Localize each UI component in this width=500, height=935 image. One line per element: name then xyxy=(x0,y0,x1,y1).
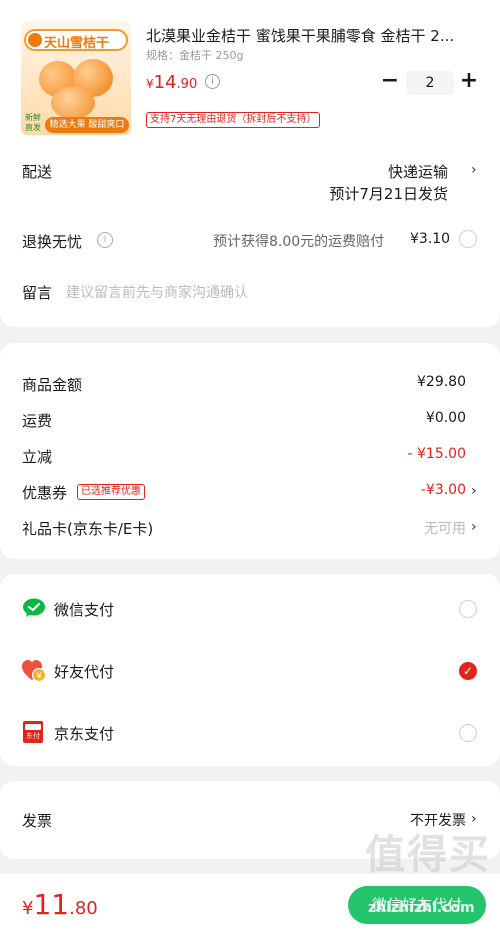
jd-pay-radio[interactable] xyxy=(459,724,477,742)
chevron-right-icon[interactable]: › xyxy=(471,483,477,499)
wechat-icon xyxy=(22,598,46,618)
payment-methods-card: 微信支付 ¥ 好友代付 ✓ 东付 京东支付 xyxy=(0,574,500,766)
wechat-pay-option[interactable]: 微信支付 xyxy=(0,591,500,627)
coupon-value[interactable]: -¥3.00 xyxy=(421,482,466,498)
coupon-tag: 已选推荐优惠 xyxy=(77,484,145,500)
price-summary-card: 商品金额 ¥29.80 运费 ¥0.00 立减 - ¥15.00 优惠券 已选推… xyxy=(0,343,500,559)
product-price: ¥14.90 xyxy=(146,72,198,93)
friend-pay-option[interactable]: ¥ 好友代付 ✓ xyxy=(0,653,500,689)
delivery-label: 配送 xyxy=(22,163,53,181)
chevron-right-icon[interactable]: › xyxy=(471,162,477,178)
info-icon[interactable]: i xyxy=(205,74,220,89)
checkout-footer: ¥11.80 微信好友代付 值得买 zhizhizhi.com xyxy=(0,832,500,935)
svg-text:¥: ¥ xyxy=(35,671,42,681)
watermark-url: zhizhizhi.com xyxy=(368,900,475,916)
image-bottom-banner: 精选大果 酸甜爽口 xyxy=(45,117,129,133)
jd-pay-icon: 东付 xyxy=(23,721,43,743)
message-label: 留言 xyxy=(22,284,53,302)
chevron-right-icon[interactable]: › xyxy=(471,519,477,535)
giftcard-label: 礼品卡(京东卡/E卡) xyxy=(22,520,154,538)
return-policy-tag: 支持7天无理由退货（拆封后不支持） xyxy=(146,112,321,128)
jd-pay-label: 京东支付 xyxy=(54,725,115,743)
goods-amount-value: ¥29.80 xyxy=(417,374,466,390)
heart-yuan-icon: ¥ xyxy=(21,659,47,683)
image-badge: 新鲜 直发 xyxy=(25,113,41,132)
shipping-label: 运费 xyxy=(22,412,53,430)
quantity-decrease-button[interactable]: − xyxy=(380,70,400,94)
return-worry-desc: 预计获得8.00元的运费赔付 xyxy=(213,234,385,250)
product-title[interactable]: 北漠果业金桔干 蜜饯果干果脯零食 金桔干 2... xyxy=(146,25,486,46)
goods-amount-label: 商品金额 xyxy=(22,376,83,394)
wechat-pay-label: 微信支付 xyxy=(54,601,115,619)
watermark-logo: 值得买 xyxy=(365,832,491,878)
message-input[interactable]: 建议留言前先与商家沟通确认 xyxy=(66,282,248,302)
shipping-value: ¥0.00 xyxy=(425,410,466,426)
product-card: 天山雪桔干 新鲜 直发 精选大果 酸甜爽口 北漠果业金桔干 蜜饯果干果脯零食 金… xyxy=(0,0,500,327)
jd-pay-option[interactable]: 东付 京东支付 xyxy=(0,714,500,750)
coupon-label: 优惠券 xyxy=(22,484,68,502)
return-worry-checkbox[interactable] xyxy=(459,230,477,248)
return-worry-label: 退换无忧 xyxy=(22,233,83,251)
discount-value: - ¥15.00 xyxy=(407,446,467,462)
friend-pay-radio-checked[interactable]: ✓ xyxy=(459,662,477,680)
total-price: ¥11.80 xyxy=(22,888,98,921)
image-brand-text: 天山雪桔干 xyxy=(44,36,110,51)
info-icon[interactable]: i xyxy=(97,232,113,248)
product-spec: 规格：金桔干 250g xyxy=(146,49,244,62)
friend-pay-label: 好友代付 xyxy=(54,663,115,681)
orange-fruit xyxy=(51,87,95,119)
quantity-increase-button[interactable]: + xyxy=(459,70,479,94)
image-brand-logo xyxy=(28,33,42,47)
quantity-input[interactable]: 2 xyxy=(406,71,454,95)
delivery-eta: 预计7月21日发货 xyxy=(329,185,448,203)
discount-label: 立减 xyxy=(22,448,53,466)
image-brand-banner: 天山雪桔干 xyxy=(24,29,128,51)
product-image[interactable]: 天山雪桔干 新鲜 直发 精选大果 酸甜爽口 xyxy=(21,21,131,135)
wechat-pay-radio[interactable] xyxy=(459,600,477,618)
delivery-method[interactable]: 快递运输 xyxy=(388,161,448,182)
invoice-label: 发票 xyxy=(22,812,53,830)
return-worry-price: ¥3.10 xyxy=(410,231,451,247)
giftcard-value[interactable]: 无可用 xyxy=(424,518,466,538)
